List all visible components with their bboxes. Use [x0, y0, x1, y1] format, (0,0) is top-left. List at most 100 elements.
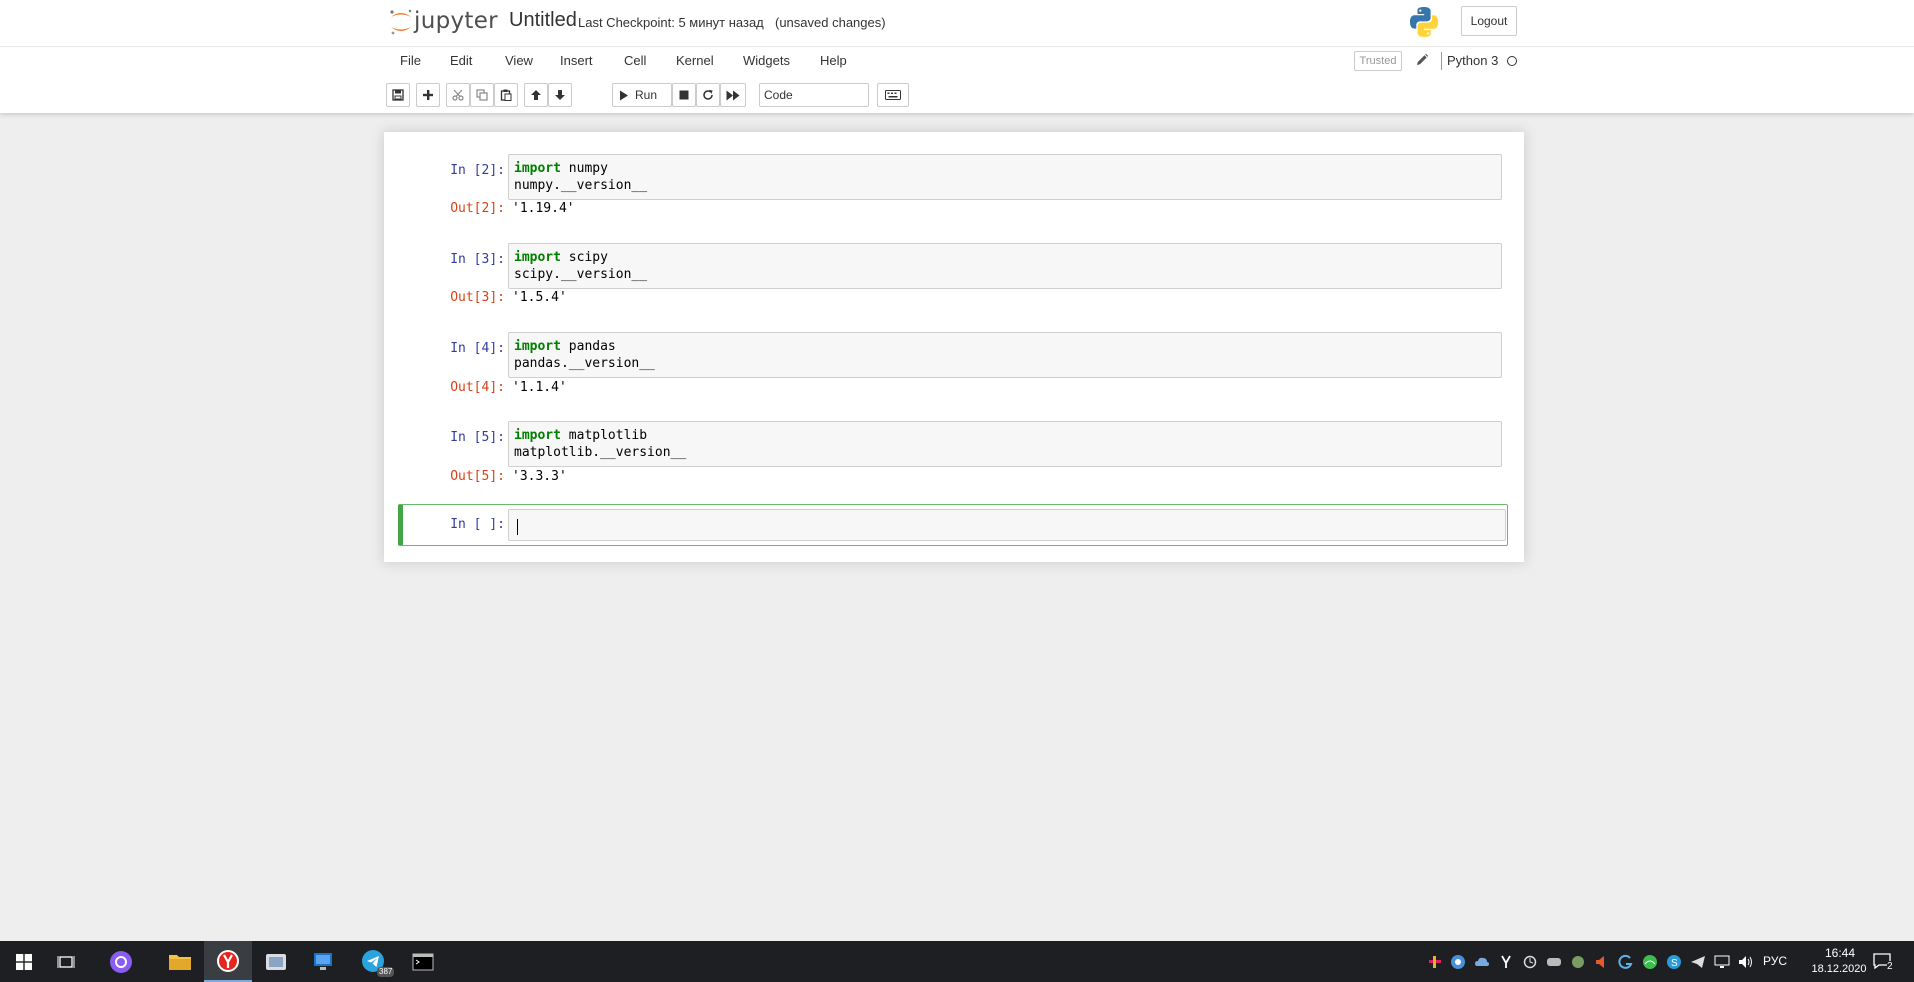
input-language-indicator[interactable]: РУС	[1763, 954, 1787, 968]
menu-widgets[interactable]: Widgets	[743, 49, 790, 73]
yandex-tray-icon[interactable]	[1498, 954, 1514, 970]
slack-tray-icon[interactable]	[1427, 954, 1443, 970]
sync-tray-icon[interactable]	[1522, 954, 1538, 970]
taskbar-this-pc[interactable]	[300, 941, 348, 982]
alice-assistant-icon	[110, 950, 132, 973]
text-cursor	[517, 519, 518, 535]
terminal-icon	[412, 953, 434, 970]
chrome-tray-icon[interactable]	[1450, 954, 1466, 970]
cut-cells-button[interactable]	[446, 83, 470, 107]
taskbar-app-generic[interactable]	[252, 941, 300, 982]
cell-type-value: Code	[764, 88, 793, 102]
code-cell[interactable]: In [5]: import matplotlib matplotlib.__v…	[398, 418, 1504, 494]
menu-kernel[interactable]: Kernel	[676, 49, 714, 73]
command-palette-button[interactable]	[877, 83, 909, 107]
notebook-name[interactable]: Untitled	[509, 9, 577, 32]
code-module: matplotlib	[560, 428, 648, 443]
python-logo-icon	[1410, 7, 1439, 37]
checkpoint-status: Last Checkpoint: 5 минут назад	[578, 15, 764, 30]
save-button[interactable]	[386, 83, 410, 107]
code-cell[interactable]: In [2]: import numpy numpy.__version__ O…	[398, 150, 1504, 226]
input-prompt: In [ ]:	[450, 517, 505, 532]
clock-time[interactable]: 16:44	[1812, 946, 1868, 960]
vpn-tray-icon[interactable]	[1642, 954, 1658, 970]
trusted-notebook-badge[interactable]: Trusted	[1354, 51, 1402, 71]
move-cell-up-button[interactable]	[524, 83, 548, 107]
paste-icon	[500, 89, 512, 101]
computer-icon	[314, 952, 332, 970]
save-icon	[392, 89, 404, 101]
code-line: pandas.__version__	[514, 356, 655, 371]
copy-icon	[476, 89, 488, 101]
code-input-area[interactable]: import numpy numpy.__version__	[508, 154, 1502, 200]
taskbar-file-explorer[interactable]	[156, 941, 204, 982]
speaker-muted-tray-icon[interactable]	[1594, 954, 1610, 970]
network-tray-icon[interactable]	[1714, 954, 1730, 970]
output-prompt: Out[3]:	[450, 290, 505, 305]
taskbar-alice-app[interactable]	[97, 941, 145, 982]
run-cell-button[interactable]: Run	[612, 83, 672, 107]
code-input-area[interactable]	[508, 509, 1506, 541]
taskbar-terminal[interactable]	[399, 941, 447, 982]
fast-forward-icon	[726, 90, 740, 100]
active-code-cell[interactable]: In [ ]:	[398, 504, 1508, 546]
input-prompt: In [5]:	[450, 430, 505, 445]
insert-cell-below-button[interactable]	[416, 83, 440, 107]
gamepad-tray-icon[interactable]	[1546, 954, 1562, 970]
volume-tray-icon[interactable]	[1738, 954, 1754, 970]
code-input-area[interactable]: import scipy scipy.__version__	[508, 243, 1502, 289]
code-keyword: import	[514, 339, 561, 354]
task-view-button[interactable]	[42, 941, 90, 982]
menu-view[interactable]: View	[505, 49, 533, 73]
g-app-tray-icon[interactable]	[1618, 954, 1634, 970]
code-input-area[interactable]: import pandas pandas.__version__	[508, 332, 1502, 378]
task-view-icon	[57, 955, 75, 968]
menu-edit[interactable]: Edit	[450, 49, 472, 73]
code-module: numpy	[560, 161, 608, 176]
taskbar-telegram[interactable]: 387	[350, 941, 398, 982]
kernel-separator	[1441, 52, 1442, 70]
restart-run-all-button[interactable]	[720, 83, 746, 107]
cell-output: '1.1.4'	[512, 380, 567, 395]
run-label: Run	[635, 88, 658, 102]
cell-output: '3.3.3'	[512, 469, 567, 484]
code-input-area[interactable]: import matplotlib matplotlib.__version__	[508, 421, 1502, 467]
menu-file[interactable]: File	[400, 49, 421, 73]
interrupt-kernel-button[interactable]	[672, 83, 696, 107]
move-cell-down-button[interactable]	[548, 83, 572, 107]
input-prompt: In [4]:	[450, 341, 505, 356]
notification-count: 2	[1887, 961, 1893, 972]
cloud-tray-icon[interactable]	[1474, 954, 1490, 970]
telegram-tray-icon[interactable]	[1690, 954, 1706, 970]
menu-help[interactable]: Help	[820, 49, 847, 73]
paste-cells-button[interactable]	[494, 83, 518, 107]
plus-icon	[423, 90, 433, 100]
taskbar-yandex-browser[interactable]	[204, 941, 252, 982]
copy-cells-button[interactable]	[470, 83, 494, 107]
skype-tray-icon[interactable]: S	[1666, 954, 1682, 970]
start-button[interactable]	[0, 941, 48, 982]
logout-button[interactable]: Logout	[1461, 6, 1517, 36]
notification-center-button[interactable]: 2	[1873, 941, 1914, 982]
refresh-icon	[703, 89, 713, 100]
pencil-icon[interactable]	[1415, 53, 1429, 67]
folder-icon	[169, 954, 191, 970]
menu-cell[interactable]: Cell	[624, 49, 646, 73]
input-prompt: In [3]:	[450, 252, 505, 267]
header-top-bar: jupyter Untitled Last Checkpoint: 5 мину…	[0, 0, 1914, 47]
kernel-idle-indicator-icon	[1507, 56, 1517, 66]
code-cell[interactable]: In [4]: import pandas pandas.__version__…	[398, 328, 1504, 404]
menu-insert[interactable]: Insert	[560, 49, 593, 73]
input-prompt: In [2]:	[450, 163, 505, 178]
clock-date[interactable]: 18.12.2020	[1800, 963, 1878, 975]
output-prompt: Out[2]:	[450, 201, 505, 216]
code-cell[interactable]: In [3]: import scipy scipy.__version__ O…	[398, 239, 1504, 315]
telegram-unread-badge: 387	[377, 967, 395, 977]
autosave-status: (unsaved changes)	[775, 15, 886, 30]
play-icon	[620, 90, 628, 100]
network-monitor-tray-icon[interactable]	[1570, 954, 1586, 970]
restart-kernel-button[interactable]	[696, 83, 720, 107]
jupyter-logo[interactable]: jupyter	[388, 7, 498, 37]
yandex-browser-icon	[217, 949, 239, 972]
cell-type-select[interactable]: Code	[759, 83, 869, 107]
